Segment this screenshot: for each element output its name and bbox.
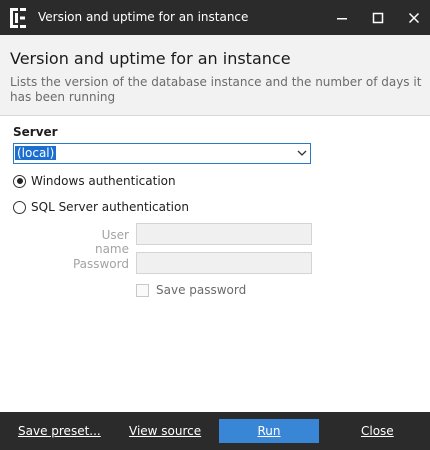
dialog-header: Version and uptime for an instance Lists… (0, 35, 430, 116)
close-window-button[interactable] (396, 0, 430, 35)
password-field[interactable] (136, 252, 312, 274)
save-password-checkbox[interactable]: Save password (136, 283, 246, 297)
windows-auth-radio[interactable]: Windows authentication (13, 174, 176, 188)
app-logo-icon (7, 6, 29, 30)
sql-auth-label: SQL Server authentication (31, 200, 189, 214)
server-label: Server (13, 125, 58, 139)
maximize-icon (372, 12, 384, 23)
radio-button-unchecked[interactable] (13, 200, 26, 214)
dialog-title: Version and uptime for an instance (10, 49, 291, 68)
username-field[interactable] (136, 223, 312, 245)
dialog-description: Lists the version of the database instan… (10, 75, 422, 104)
save-preset-button[interactable]: Save preset... (18, 419, 101, 443)
server-dropdown[interactable]: (local) (13, 143, 311, 164)
close-icon (408, 12, 420, 23)
dialog-footer: Save preset... View source Run Close (0, 412, 430, 450)
chevron-down-icon[interactable] (297, 148, 307, 158)
minimize-icon (337, 17, 347, 19)
username-label: User name (94, 228, 129, 256)
maximize-button[interactable] (360, 0, 396, 35)
view-source-button[interactable]: View source (129, 419, 201, 443)
title-bar: Version and uptime for an instance (0, 0, 430, 35)
radio-button-checked[interactable] (13, 174, 26, 188)
sql-auth-radio[interactable]: SQL Server authentication (13, 200, 189, 214)
close-button[interactable]: Close (361, 419, 394, 443)
save-password-label: Save password (156, 283, 247, 297)
minimize-button[interactable] (324, 0, 360, 35)
checkbox-box[interactable] (136, 283, 149, 297)
server-selected-value[interactable]: (local) (15, 146, 57, 160)
window-title: Version and uptime for an instance (38, 10, 249, 24)
windows-auth-label: Windows authentication (31, 174, 176, 188)
password-label: Password (72, 257, 129, 271)
run-button[interactable]: Run (219, 419, 319, 443)
